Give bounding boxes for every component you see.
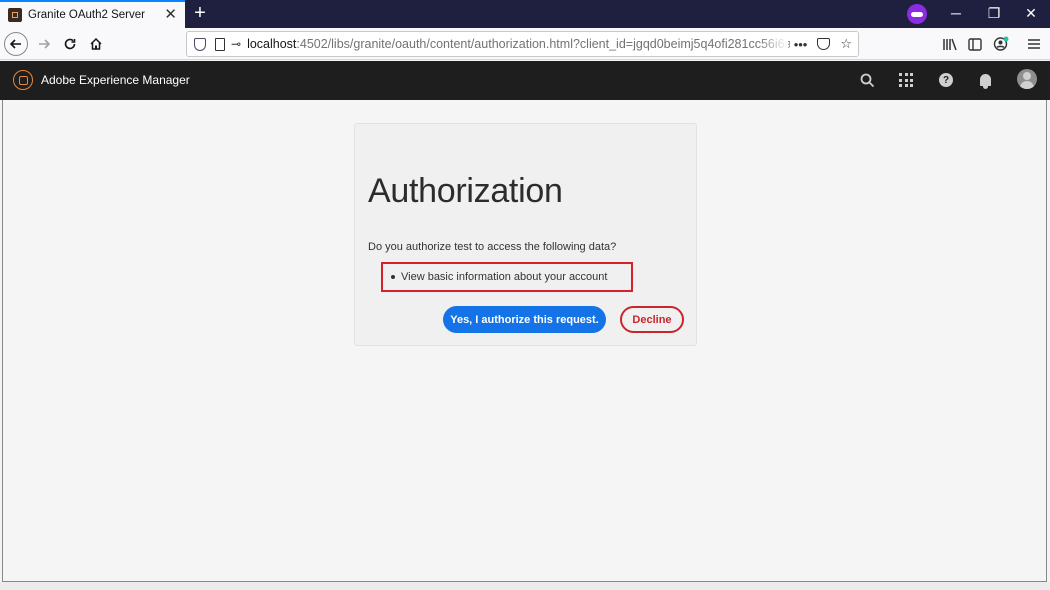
browser-tab[interactable]: Granite OAuth2 Server ✕: [0, 0, 185, 28]
address-bar[interactable]: ⊸ localhost:4502/libs/granite/oauth/cont…: [186, 31, 859, 57]
aem-favicon-icon: [8, 8, 22, 22]
bookmark-star-icon[interactable]: ☆: [840, 36, 852, 52]
tab-close-icon[interactable]: ✕: [164, 7, 177, 23]
back-arrow-icon: [9, 39, 21, 49]
scope-highlight-box: View basic information about your accoun…: [381, 262, 633, 292]
window-minimize-button[interactable]: ─: [941, 3, 971, 23]
private-browsing-icon: [907, 4, 927, 24]
reload-icon: [64, 38, 76, 50]
scope-label: View basic information about your accoun…: [401, 271, 608, 283]
authorize-button[interactable]: Yes, I authorize this request.: [443, 306, 606, 333]
tab-title: Granite OAuth2 Server: [28, 9, 145, 21]
help-glyph: ?: [939, 73, 953, 87]
url-path: :4502/libs/granite/oauth/content/authori…: [296, 37, 827, 51]
key-icon[interactable]: ⊸: [231, 37, 241, 51]
url-text[interactable]: localhost:4502/libs/granite/oauth/conten…: [247, 37, 826, 51]
window-restore-button[interactable]: ❐: [979, 3, 1009, 23]
url-host: localhost: [247, 37, 297, 51]
forward-button[interactable]: [31, 31, 57, 57]
pocket-icon[interactable]: [817, 38, 831, 50]
back-button[interactable]: [4, 32, 28, 56]
browser-navbar: ⊸ localhost:4502/libs/granite/oauth/cont…: [0, 28, 1050, 60]
account-icon[interactable]: [988, 31, 1014, 57]
bullet-icon: [391, 275, 395, 279]
sidebar-toggle-icon[interactable]: [962, 31, 988, 57]
page-info-icon[interactable]: [215, 37, 225, 51]
authorization-title: Authorization: [368, 172, 563, 210]
scope-list-item: View basic information about your accoun…: [391, 271, 607, 283]
hamburger-menu-icon[interactable]: [1021, 31, 1047, 57]
user-avatar[interactable]: [1017, 69, 1037, 89]
authorization-question: Do you authorize test to access the foll…: [368, 241, 617, 253]
home-button[interactable]: [83, 31, 109, 57]
new-tab-button[interactable]: +: [190, 2, 210, 24]
library-icon[interactable]: [936, 31, 962, 57]
solutions-grid-icon[interactable]: [896, 70, 916, 90]
home-icon: [90, 37, 102, 50]
aem-logo-icon[interactable]: [13, 70, 33, 90]
notifications-bell-icon[interactable]: [975, 70, 995, 90]
tracking-protection-shield-icon[interactable]: [194, 37, 206, 51]
window-close-button[interactable]: ✕: [1016, 3, 1046, 23]
page-actions-menu-icon[interactable]: •••: [794, 37, 808, 52]
browser-tabstrip: Granite OAuth2 Server ✕ + ─ ❐ ✕: [0, 0, 1050, 28]
bottom-edge: [0, 582, 1050, 590]
authorization-card: Authorization Do you authorize test to a…: [354, 123, 697, 346]
aem-product-name[interactable]: Adobe Experience Manager: [41, 73, 190, 87]
help-icon[interactable]: ?: [936, 70, 956, 90]
decline-button[interactable]: Decline: [620, 306, 684, 333]
search-icon[interactable]: [857, 70, 877, 90]
reload-button[interactable]: [57, 31, 83, 57]
aem-shell-header: Adobe Experience Manager ?: [0, 61, 1050, 100]
forward-arrow-icon: [39, 39, 51, 49]
